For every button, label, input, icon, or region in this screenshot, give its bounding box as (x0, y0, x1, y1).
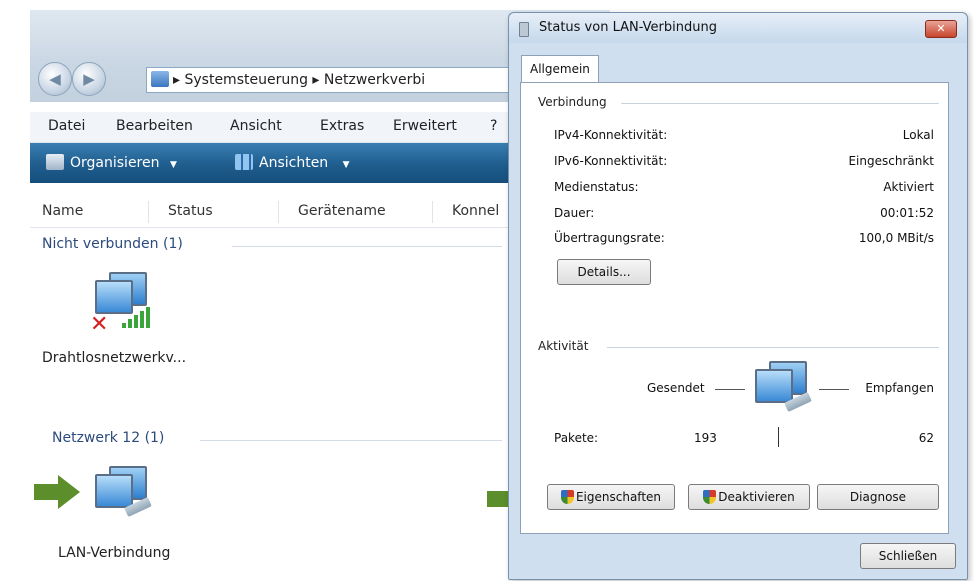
properties-button[interactable]: Eigenschaften (547, 484, 675, 510)
section-aktivitaet: Aktivität (538, 339, 595, 353)
value-dauer: 00:01:52 (880, 206, 934, 220)
back-arrow-icon: ◀ (49, 70, 61, 88)
control-panel-icon (151, 71, 169, 87)
organize-icon (46, 154, 64, 170)
column-divider[interactable] (278, 201, 279, 223)
dialog-title: Status von LAN-Verbindung (539, 20, 717, 35)
group-header-not-connected: Nicht verbunden (1) (42, 236, 183, 252)
menu-ansicht[interactable]: Ansicht (230, 118, 282, 134)
forward-button[interactable]: ▶ (72, 62, 106, 96)
received-line (819, 389, 849, 390)
value-ipv6: Eingeschränkt (848, 154, 934, 168)
menu-erweitert[interactable]: Erweitert (393, 118, 457, 134)
value-uebertragungsrate: 100,0 MBit/s (858, 231, 934, 245)
sent-line (715, 389, 745, 390)
column-konnektivitaet[interactable]: Konnel (452, 203, 499, 219)
group-divider (232, 246, 502, 247)
label-dauer: Dauer: (554, 206, 595, 220)
close-dialog-button[interactable]: Schließen (860, 543, 956, 569)
organize-label: Organisieren (70, 155, 160, 171)
network-plug-icon (519, 22, 529, 37)
signal-strength-icon (122, 306, 162, 328)
dialog-titlebar[interactable]: Status von LAN-Verbindung ✕ (509, 13, 967, 43)
back-button[interactable]: ◀ (38, 62, 72, 96)
disconnected-x-icon: ✕ (90, 312, 109, 337)
packets-received-value: 62 (918, 431, 934, 445)
close-button[interactable]: ✕ (925, 20, 957, 38)
breadcrumb-systemsteuerung[interactable]: Systemsteuerung (184, 72, 307, 88)
section-verbindung: Verbindung (538, 95, 613, 109)
value-medienstatus: Aktiviert (883, 180, 934, 194)
item-label-wireless: Drahtlosnetzwerkv... (42, 350, 187, 366)
views-icon (235, 154, 253, 170)
menu-extras[interactable]: Extras (320, 118, 364, 134)
packets-label: Pakete: (554, 431, 599, 445)
menu-bearbeiten[interactable]: Bearbeiten (116, 118, 193, 134)
forward-arrow-icon: ▶ (83, 70, 95, 88)
uac-shield-icon (560, 490, 574, 504)
item-label-lan: LAN-Verbindung (58, 545, 171, 561)
tab-allgemein[interactable]: Allgemein (521, 55, 599, 84)
green-arrow-icon (34, 475, 80, 509)
views-label: Ansichten (259, 155, 329, 171)
label-ipv4: IPv4-Konnektivität: (554, 128, 668, 142)
packets-divider (778, 427, 779, 447)
section-divider (621, 103, 939, 104)
deactivate-label: Deaktivieren (718, 490, 795, 504)
menu-help[interactable]: ? (490, 118, 497, 134)
group-divider (200, 440, 502, 441)
network-computer-icon (95, 466, 152, 518)
uac-shield-icon (703, 490, 717, 504)
chevron-down-icon: ▼ (169, 160, 177, 170)
packets-sent-value: 193 (694, 431, 717, 445)
column-name[interactable]: Name (42, 203, 83, 219)
column-geraetename[interactable]: Gerätename (298, 203, 386, 219)
menu-datei[interactable]: Datei (48, 118, 85, 134)
organize-button[interactable]: Organisieren ▼ (46, 154, 177, 171)
received-label: Empfangen (865, 381, 934, 395)
group-header-network-12: Netzwerk 12 (1) (52, 430, 165, 446)
value-ipv4: Lokal (902, 128, 934, 142)
diagnose-button[interactable]: Diagnose (817, 484, 939, 510)
close-icon: ✕ (936, 22, 946, 35)
breadcrumb-separator: ▸ (173, 72, 181, 88)
tab-strip: Allgemein (517, 53, 957, 84)
label-medienstatus: Medienstatus: (554, 180, 639, 194)
deactivate-button[interactable]: Deaktivieren (688, 484, 810, 510)
column-divider[interactable] (148, 201, 149, 223)
breadcrumb-separator: ▸ (312, 72, 320, 88)
address-field[interactable]: ▸ Systemsteuerung ▸ Netzwerkverbi (146, 67, 528, 93)
views-button[interactable]: Ansichten ▼ (235, 154, 350, 171)
properties-label: Eigenschaften (575, 490, 662, 504)
breadcrumb-netzwerkverbindungen[interactable]: Netzwerkverbi (324, 72, 425, 88)
network-activity-icon (755, 361, 812, 413)
column-status[interactable]: Status (168, 203, 213, 219)
chevron-down-icon: ▼ (342, 160, 350, 170)
general-panel: Verbindung IPv4-Konnektivität: Lokal IPv… (520, 82, 949, 534)
section-divider (607, 347, 939, 348)
column-divider[interactable] (432, 201, 433, 223)
lan-status-dialog: Status von LAN-Verbindung ✕ Allgemein Ve… (508, 12, 968, 580)
sent-label: Gesendet (647, 381, 705, 395)
details-button[interactable]: Details... (557, 259, 651, 285)
label-uebertragungsrate: Übertragungsrate: (554, 231, 665, 245)
label-ipv6: IPv6-Konnektivität: (554, 154, 668, 168)
